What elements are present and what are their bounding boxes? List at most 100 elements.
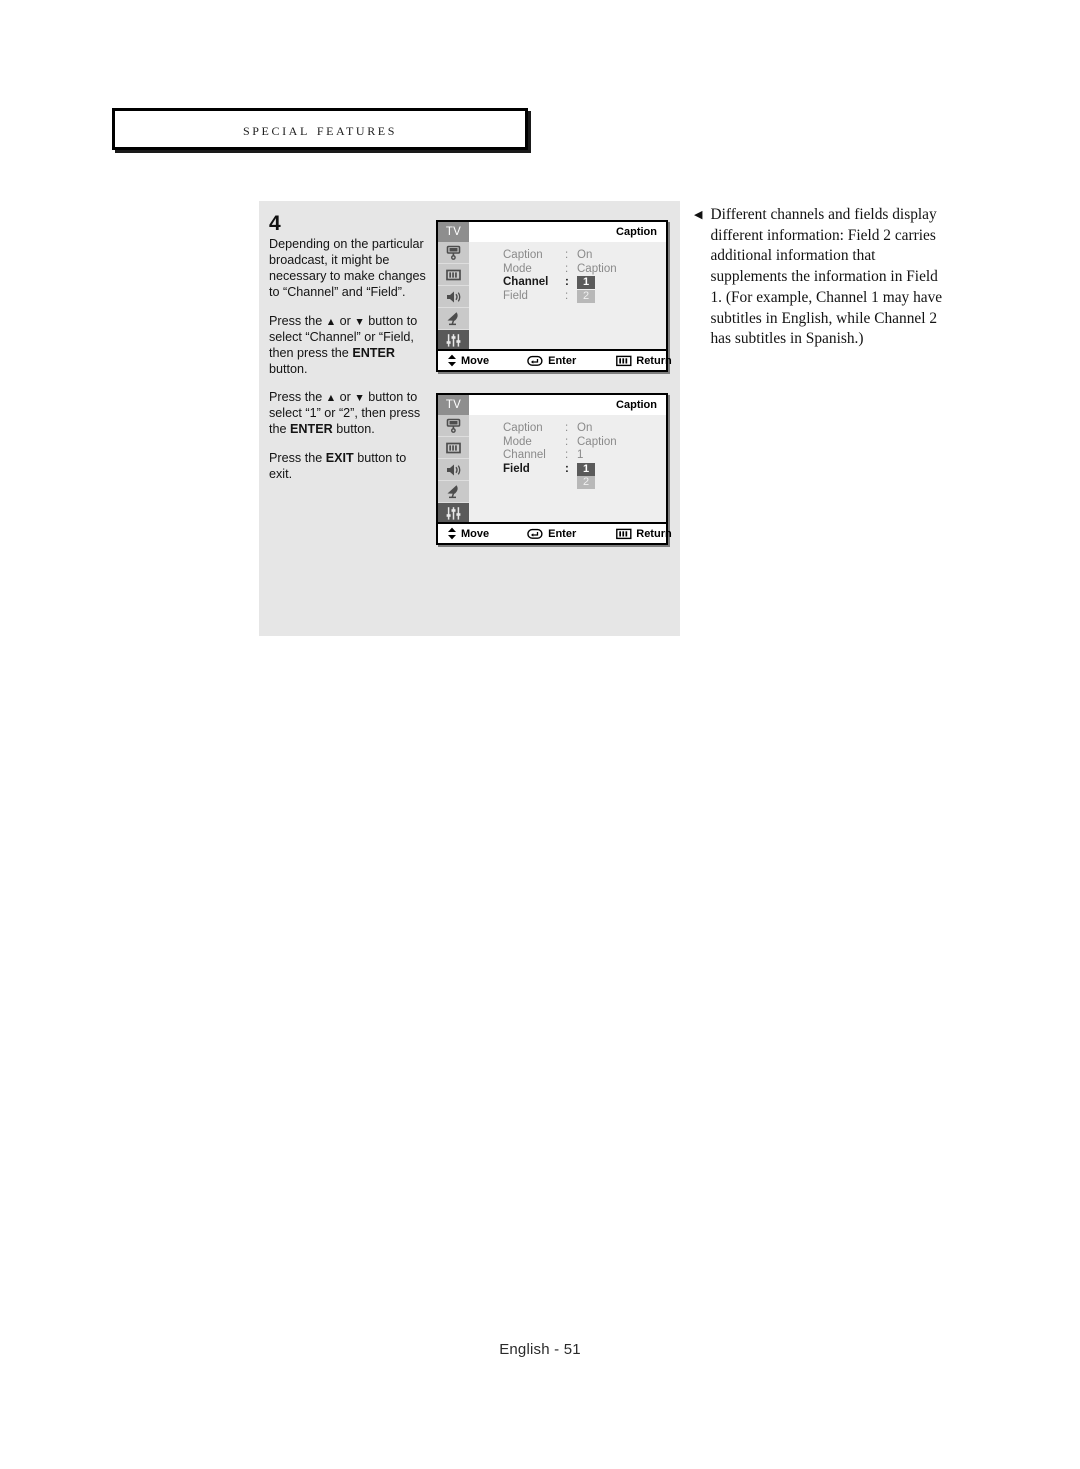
osd-row-colon: : bbox=[565, 422, 569, 434]
step3-text-d: button. bbox=[332, 422, 375, 437]
osd-row[interactable]: Mode : Caption bbox=[503, 436, 666, 450]
osd-move-hint[interactable]: Move bbox=[447, 527, 489, 540]
osd-row-extra-option[interactable]: 2 bbox=[503, 476, 666, 490]
side-note: ◀ Different channels and fields display … bbox=[694, 205, 946, 350]
section-header-banner: Special Features bbox=[112, 108, 528, 150]
exit-button-label: EXIT bbox=[325, 451, 354, 466]
osd-return-label: Return bbox=[636, 354, 672, 367]
osd-row[interactable]: Caption : On bbox=[503, 249, 666, 263]
osd-return-label: Return bbox=[636, 527, 672, 540]
menu-bars-icon bbox=[616, 355, 632, 366]
osd-move-hint[interactable]: Move bbox=[447, 354, 489, 367]
step4-text-a: Press the bbox=[269, 451, 326, 466]
osd-icon-sidebar bbox=[438, 242, 469, 352]
osd-row-label: Caption bbox=[503, 249, 543, 261]
osd-enter-hint[interactable]: Enter bbox=[527, 355, 576, 367]
menu-bars-icon bbox=[616, 528, 632, 539]
osd-row-colon: : bbox=[565, 262, 569, 275]
step2-text-d: button. bbox=[269, 361, 308, 376]
step-number: 4 bbox=[269, 212, 281, 235]
osd-row[interactable]: Field : 2 bbox=[503, 289, 666, 304]
enter-button-label: ENTER bbox=[352, 345, 395, 360]
steps-column: 4 Depending on the particular broadcast,… bbox=[269, 212, 427, 483]
satellite-icon[interactable] bbox=[438, 308, 469, 330]
left-triangle-bullet-icon: ◀ bbox=[694, 209, 703, 221]
page-footer: English - 51 bbox=[499, 1341, 581, 1358]
channel-icon[interactable] bbox=[438, 264, 469, 286]
osd-row-value-chip: 1 bbox=[577, 462, 595, 476]
osd-move-label: Move bbox=[461, 354, 490, 367]
osd-row-value: Caption bbox=[577, 262, 617, 275]
channel-icon[interactable] bbox=[438, 437, 469, 459]
osd-row-colon: : bbox=[565, 289, 569, 302]
osd-title: Caption bbox=[469, 222, 666, 242]
osd-row-label: Mode bbox=[503, 262, 532, 275]
enter-key-icon bbox=[527, 528, 543, 539]
osd-row-extra-spacer bbox=[503, 476, 565, 490]
osd-row-list: Caption : On Mode : Caption Channel : 1 … bbox=[469, 415, 666, 522]
osd-row-colon: : bbox=[565, 435, 569, 448]
step-paragraph-4: Press the EXIT button to exit. bbox=[269, 451, 427, 483]
osd-topbar: TV Caption bbox=[438, 395, 666, 415]
up-arrow-icon: ▲ bbox=[325, 315, 337, 328]
osd-row-colon: : bbox=[565, 276, 569, 288]
enter-key-icon bbox=[527, 355, 543, 366]
picture-icon[interactable] bbox=[438, 415, 469, 437]
osd-footer: Move Enter Return bbox=[438, 349, 672, 370]
step3-text-a: Press the bbox=[269, 390, 326, 405]
osd-enter-label: Enter bbox=[548, 527, 577, 540]
osd-topbar: TV Caption bbox=[438, 222, 666, 242]
osd-row-value: 1 bbox=[577, 449, 584, 461]
sound-icon[interactable] bbox=[438, 459, 469, 481]
up-arrow-icon: ▲ bbox=[325, 392, 337, 405]
step-paragraph-3: Press the ▲ or ▼ button to select “1” or… bbox=[269, 390, 427, 438]
osd-icon-sidebar bbox=[438, 415, 469, 525]
osd-tv-tab[interactable]: TV bbox=[438, 395, 469, 415]
picture-icon[interactable] bbox=[438, 242, 469, 264]
osd-row-extra-value-chip: 2 bbox=[577, 476, 595, 489]
osd-row-value: Caption bbox=[577, 435, 617, 448]
tv-osd-menu-field[interactable]: TV Caption Caption : On Mode: Caption C… bbox=[436, 393, 672, 545]
osd-return-hint[interactable]: Return bbox=[616, 354, 672, 367]
osd-row-colon: : bbox=[565, 462, 569, 475]
osd-row-extra-colon-spacer bbox=[565, 476, 577, 490]
page-title: Special Features bbox=[243, 118, 397, 139]
osd-row-selected[interactable]: Channel : 1 bbox=[503, 276, 666, 290]
osd-row-list: Caption : On Mode : Caption Channel : 1 … bbox=[469, 242, 666, 349]
osd-row-label: Field bbox=[503, 289, 528, 302]
osd-row[interactable]: Mode : Caption bbox=[503, 263, 666, 277]
osd-tv-tab[interactable]: TV bbox=[438, 222, 469, 242]
tv-osd-menu-channel[interactable]: TV Caption Caption : On Mode: Caption C… bbox=[436, 220, 672, 372]
osd-enter-label: Enter bbox=[548, 354, 577, 367]
osd-row-label: Field bbox=[503, 462, 530, 475]
osd-return-hint[interactable]: Return bbox=[616, 527, 672, 540]
osd-row-label: Caption bbox=[503, 422, 543, 434]
osd-row-selected[interactable]: Field : 1 bbox=[503, 462, 666, 477]
osd-move-label: Move bbox=[461, 527, 490, 540]
down-arrow-icon: ▼ bbox=[354, 315, 365, 328]
sound-icon[interactable] bbox=[438, 286, 469, 308]
osd-enter-hint[interactable]: Enter bbox=[527, 528, 576, 540]
osd-row[interactable]: Caption : On bbox=[503, 422, 666, 436]
osd-body: Caption : On Mode : Caption Channel : 1 … bbox=[438, 415, 666, 525]
updown-arrow-icon bbox=[448, 527, 456, 540]
step2-text-a: Press the bbox=[269, 313, 326, 328]
osd-body: Caption : On Mode : Caption Channel : 1 … bbox=[438, 242, 666, 352]
down-arrow-icon: ▼ bbox=[354, 392, 365, 405]
osd-row-label: Channel bbox=[503, 449, 546, 461]
satellite-icon[interactable] bbox=[438, 481, 469, 503]
step3-text-b: or bbox=[336, 390, 355, 405]
osd-row[interactable]: Channel : 1 bbox=[503, 449, 666, 463]
osd-row-value-chip: 1 bbox=[577, 276, 595, 289]
step-paragraph-1-text: Depending on the particular broadcast, i… bbox=[269, 237, 426, 299]
osd-row-colon: : bbox=[565, 249, 569, 261]
osd-title: Caption bbox=[469, 395, 666, 415]
enter-button-label: ENTER bbox=[290, 422, 333, 437]
osd-row-value: On bbox=[577, 249, 593, 261]
osd-row-colon: : bbox=[565, 449, 569, 461]
osd-footer: Move Enter Return bbox=[438, 522, 672, 543]
step-paragraph-1: Depending on the particular broadcast, i… bbox=[269, 237, 427, 301]
osd-row-value: On bbox=[577, 422, 593, 434]
step2-text-b: or bbox=[336, 313, 355, 328]
osd-row-label: Mode bbox=[503, 435, 532, 448]
